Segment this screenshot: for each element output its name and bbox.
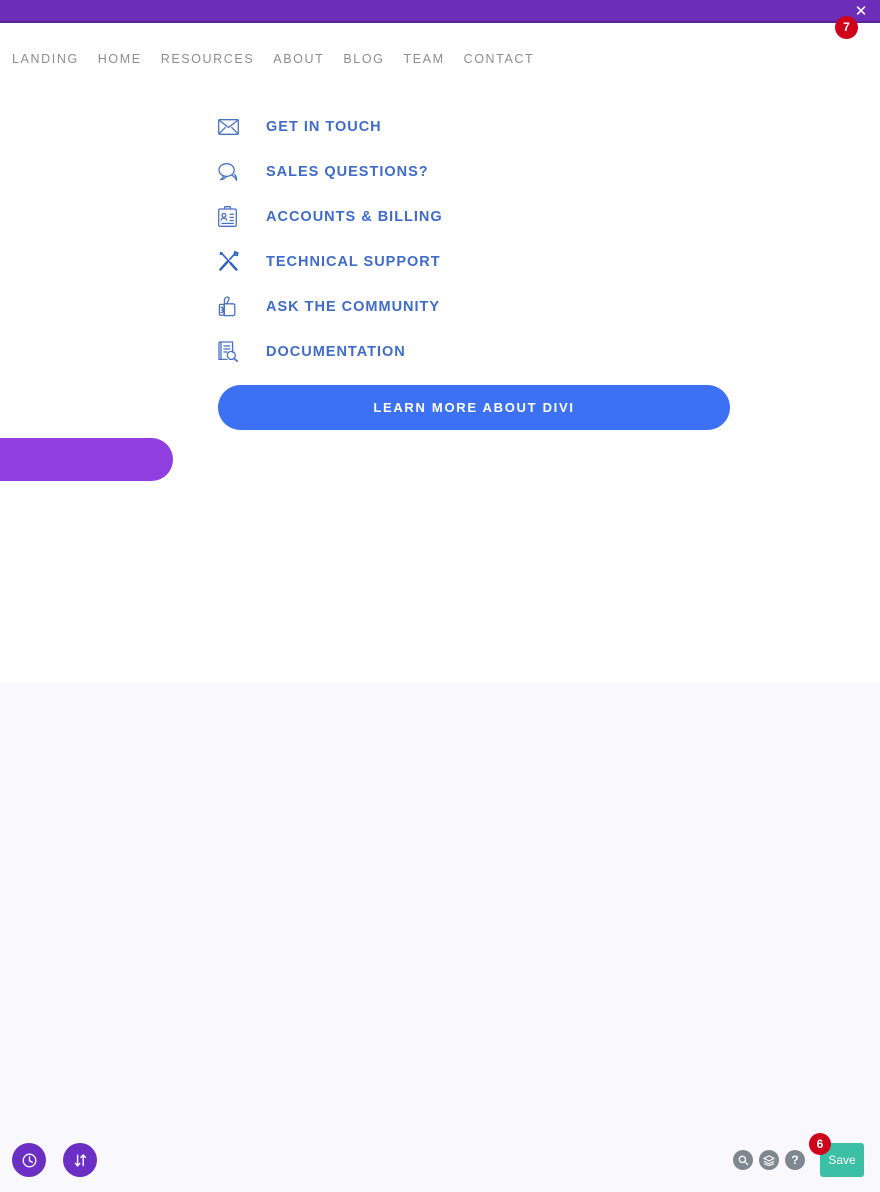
chat-bubble-icon [218,159,246,185]
document-search-icon [218,339,246,365]
builder-admin-bar [0,0,880,23]
link-row-get-in-touch[interactable]: GET IN TOUCH [218,104,730,149]
nav-item-blog[interactable]: BLOG [343,52,403,66]
thumbs-up-icon [218,294,246,320]
zoom-button[interactable] [733,1150,753,1170]
history-button[interactable] [12,1143,46,1177]
close-icon[interactable]: ✕ [852,3,870,21]
clock-icon [22,1153,37,1168]
lower-page-section [0,682,880,1192]
nav-item-contact[interactable]: CONTACT [464,52,554,66]
link-label: GET IN TOUCH [266,118,382,135]
question-mark-icon: ? [791,1153,799,1167]
learn-more-about-divi-button[interactable]: LEARN MORE ABOUT DIVI [218,385,730,430]
envelope-icon [218,114,246,140]
link-row-ask-the-community[interactable]: ASK THE COMMUNITY [218,284,730,329]
link-row-technical-support[interactable]: TECHNICAL SUPPORT [218,239,730,284]
link-row-documentation[interactable]: DOCUMENTATION [218,329,730,374]
nav-item-resources[interactable]: RESOURCES [161,52,274,66]
reorder-button[interactable] [63,1143,97,1177]
site-navigation: LANDING HOME RESOURCES ABOUT BLOG TEAM C… [12,52,553,66]
link-label: ASK THE COMMUNITY [266,298,441,315]
nav-item-about[interactable]: ABOUT [273,52,343,66]
link-label: SALES QUESTIONS? [266,163,429,180]
layers-button[interactable] [759,1150,779,1170]
layers-icon [763,1154,775,1166]
link-label: DOCUMENTATION [266,343,406,360]
close-action-badge: 7 [835,16,858,39]
purple-pill-shape [0,438,173,481]
page-root: ✕ 7 LANDING HOME RESOURCES ABOUT BLOG TE… [0,0,880,1192]
link-row-sales-questions[interactable]: SALES QUESTIONS? [218,149,730,194]
save-action-badge: 6 [809,1133,831,1155]
arrows-up-down-icon [73,1153,88,1168]
tools-icon [218,249,246,275]
id-card-icon [218,204,246,230]
nav-item-home[interactable]: HOME [98,52,161,66]
magnifier-icon [738,1155,749,1166]
contact-link-list: GET IN TOUCH SALES QUESTIONS? ACCOUNTS &… [218,104,730,374]
nav-item-landing[interactable]: LANDING [12,52,98,66]
link-row-accounts-billing[interactable]: ACCOUNTS & BILLING [218,194,730,239]
nav-item-team[interactable]: TEAM [403,52,463,66]
link-label: ACCOUNTS & BILLING [266,208,443,225]
help-button[interactable]: ? [785,1150,805,1170]
link-label: TECHNICAL SUPPORT [266,253,441,270]
